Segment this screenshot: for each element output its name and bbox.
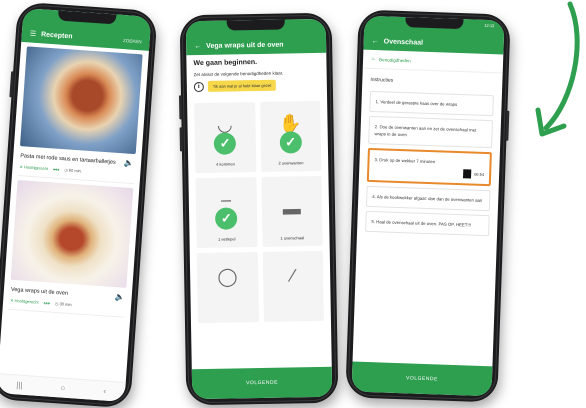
tool-label: 2 ovenwanten (278, 160, 304, 166)
check-icon: ✓ (215, 207, 238, 230)
status-time: 12:13 (484, 22, 495, 29)
tool-tile[interactable]: ◯ (196, 252, 259, 324)
section-title: Instructies (370, 76, 394, 84)
hint-pill: Tik aan wat je al hebt klaar gezet (207, 79, 277, 92)
recents-icon[interactable]: ||| (16, 380, 23, 389)
back-arrow-icon[interactable]: ← (372, 37, 379, 44)
speaker-icon[interactable]: 🔈 (114, 292, 125, 302)
intro-text: Zet alvast de volgende benodigdheden kla… (193, 70, 284, 78)
page-title: Recepten (40, 30, 73, 40)
phone-recipes: ☰ Recepten ZOEKEN Pasta met rode saus en… (0, 1, 158, 408)
curved-arrow-icon (535, 1, 580, 137)
heading: We gaan beginnen. (193, 59, 258, 68)
menu-icon[interactable]: ☰ (30, 30, 37, 38)
instruction-step[interactable]: 5. Haal de ovenschaal uit de oven. PAS O… (365, 210, 490, 237)
instruction-step[interactable]: 1. Verdeel de geraspte kaas over de wrap… (369, 90, 494, 117)
check-icon: ✓ (279, 131, 302, 154)
instruction-step[interactable]: 4. Als de kookwekker afgaat: doe dan de … (365, 185, 491, 212)
tools-screen: ← Vega wraps uit de oven We gaan beginne… (185, 18, 333, 400)
difficulty-icon: ♠♠♠ (43, 300, 51, 306)
recipe-card[interactable]: Pasta met rode saus en tartaarballetjes … (17, 46, 143, 185)
page-title: Vega wraps uit de oven (206, 41, 284, 50)
instructions-screen: 12:13 ← Ovenschaal ♨ Benodigdheden Instr… (351, 15, 505, 397)
search-link[interactable]: ZOEKEN (123, 38, 142, 44)
recipe-image (10, 180, 134, 288)
difficulty-icon: ♠♠♠ (52, 166, 60, 172)
tool-tile[interactable]: ∕ (262, 250, 324, 322)
instruction-step[interactable]: 2. Doe de ovenwanten aan en zet de ovens… (368, 115, 494, 149)
time-label: ◷ 60 min. (64, 167, 83, 174)
instruction-step-active[interactable]: 3. Druk op de wekker 7 minuten 06:54 (366, 147, 492, 187)
tools-link-label: Benodigdheden (379, 56, 411, 63)
timer-icon (462, 169, 472, 179)
next-button[interactable]: VOLGENDE (351, 361, 493, 397)
check-icon: ✓ (213, 132, 237, 155)
page-title: Ovenschaal (383, 37, 424, 47)
recipe-image (19, 46, 143, 155)
ladle-icon: ∕ (291, 265, 295, 286)
back-icon[interactable]: ‹ (103, 387, 106, 396)
tool-tile[interactable]: ✋ ✓ 2 ovenwanten (259, 100, 322, 172)
speaker-icon[interactable]: 🔈 (124, 158, 135, 168)
timer[interactable]: 06:54 (462, 169, 485, 179)
category-label: ✕ Hoofdgerecht (10, 297, 39, 305)
home-icon[interactable]: ○ (60, 384, 65, 393)
oven-dish-icon: ▬ (282, 198, 301, 219)
tool-label: 1 eetlepel (218, 236, 236, 242)
category-label: ✕ Hoofdgerecht (19, 164, 49, 172)
next-button[interactable]: VOLGENDE (191, 366, 333, 400)
tool-label: 4 kommen (216, 161, 235, 167)
frying-pan-icon: ◯ (217, 266, 238, 287)
back-arrow-icon[interactable]: ← (194, 42, 201, 49)
step-text: 3. Druk op de wekker 7 minuten (374, 157, 436, 165)
pot-icon: ♨ (371, 55, 376, 62)
phone-instructions: 12:13 ← Ovenschaal ♨ Benodigdheden Instr… (345, 9, 511, 403)
tool-tile[interactable]: – ✓ 1 eetlepel (195, 177, 258, 249)
time-label: ◷ 30 min. (54, 300, 73, 308)
info-icon: i (193, 81, 204, 92)
tool-tile[interactable]: ▬ 1 ovenschaal (260, 175, 323, 247)
timer-value: 06:54 (474, 171, 485, 177)
recipe-title: Vega wraps uit de oven (10, 286, 69, 297)
recipe-card[interactable]: Vega wraps uit de oven 🔈 ✕ Hoofdgerecht … (8, 180, 134, 318)
phone-tools: ← Vega wraps uit de oven We gaan beginne… (179, 12, 339, 406)
tool-label: 1 ovenschaal (280, 235, 305, 241)
tool-tile[interactable]: ◡ ✓ 4 kommen (194, 102, 256, 174)
tools-grid: ◡ ✓ 4 kommen ✋ ✓ 2 ovenwanten – ✓ 1 eetl… (187, 100, 331, 324)
